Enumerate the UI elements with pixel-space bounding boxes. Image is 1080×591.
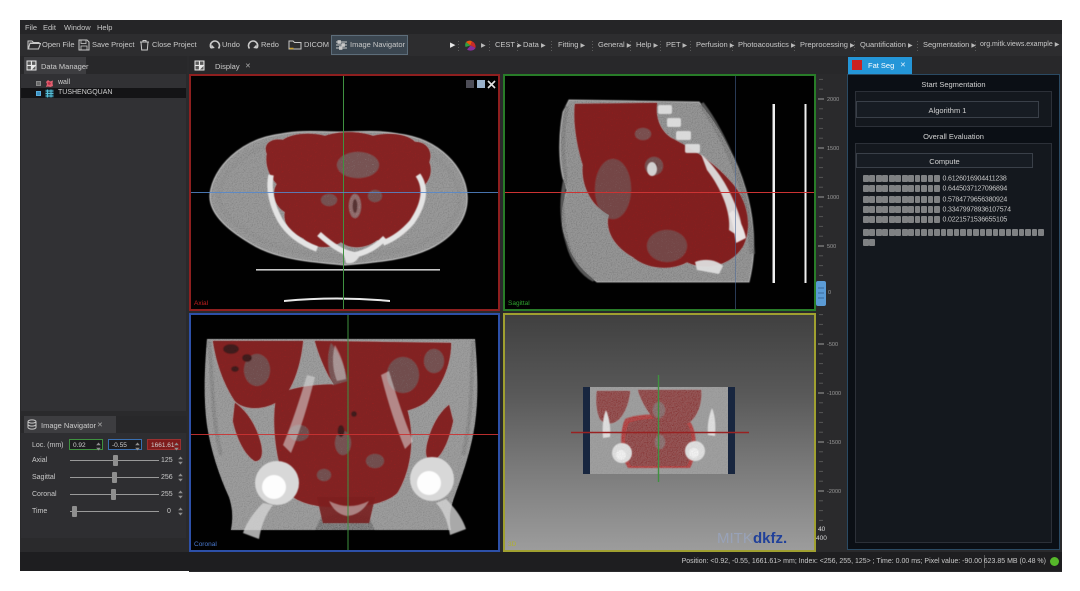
svg-text:-2000: -2000 [827,489,841,495]
svg-text:500: 500 [827,244,836,250]
svg-text:MITK: MITK [717,530,753,547]
svg-text:1500: 1500 [827,146,839,152]
svg-text:-500: -500 [827,342,838,348]
svg-text:-1000: -1000 [827,391,841,397]
svg-text:dkfz.: dkfz. [753,530,787,547]
svg-text:-1500: -1500 [827,440,841,446]
svg-text:2000: 2000 [827,97,839,103]
svg-text:1000: 1000 [827,195,839,201]
